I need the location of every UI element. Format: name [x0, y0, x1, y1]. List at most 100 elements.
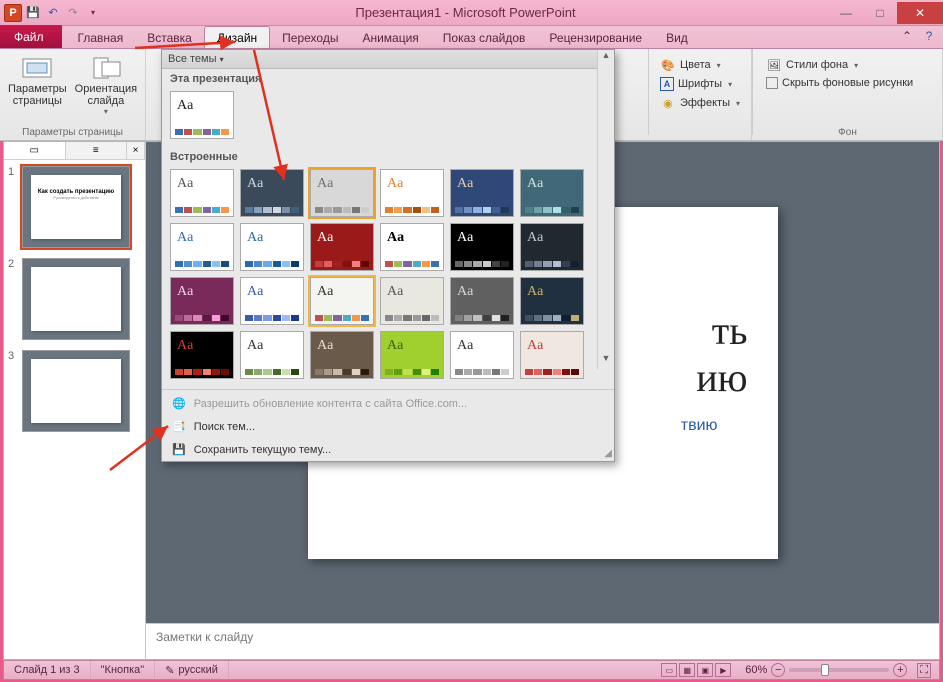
scroll-down-icon[interactable]: ▼	[598, 353, 614, 369]
theme-thumbnail[interactable]: Aa	[310, 169, 374, 217]
redo-icon[interactable]: ↷	[64, 4, 82, 22]
powerpoint-app-icon[interactable]: P	[4, 4, 22, 22]
group-label-page-setup: Параметры страницы	[22, 127, 123, 140]
gallery-resize-grip-icon[interactable]: ◢	[604, 448, 612, 459]
gallery-menu-browse-themes[interactable]: 📑Поиск тем...	[162, 415, 614, 438]
effects-button[interactable]: ◉Эффекты▾	[657, 93, 743, 113]
theme-thumbnail[interactable]: Aa	[450, 223, 514, 271]
theme-thumbnail[interactable]: Aa	[240, 331, 304, 379]
thumb-paper	[31, 359, 121, 423]
fonts-icon: A	[660, 77, 674, 91]
theme-thumbnail[interactable]: Aa	[240, 277, 304, 325]
slides-panel: ▭ ≡ × 1Как создать презентациюРуководств…	[4, 142, 146, 659]
background-styles-button[interactable]: 🖼Стили фона▾	[763, 55, 861, 75]
theme-thumbnail[interactable]: Aa	[520, 223, 584, 271]
notes-pane[interactable]: Заметки к слайду	[146, 623, 939, 659]
theme-thumbnail[interactable]: Aa	[520, 331, 584, 379]
theme-aa-label: Aa	[317, 284, 333, 300]
view-slideshow-button[interactable]: ▶	[715, 663, 731, 677]
zoom-slider-thumb[interactable]	[821, 664, 829, 676]
slide-subtitle-text[interactable]: твию	[681, 417, 718, 435]
theme-color-swatches	[245, 261, 299, 267]
qat-more-icon[interactable]: ▾	[84, 4, 102, 22]
ribbon-minimize-icon[interactable]: ⌃	[899, 29, 915, 43]
file-tab[interactable]: Файл	[0, 25, 62, 48]
zoom-out-button[interactable]: −	[771, 663, 785, 677]
theme-thumbnail[interactable]: Aa	[310, 331, 374, 379]
theme-thumbnail[interactable]: Aa	[450, 277, 514, 325]
zoom-percent[interactable]: 60%	[745, 664, 767, 676]
theme-aa-label: Aa	[317, 338, 333, 354]
maximize-button[interactable]: □	[863, 2, 897, 24]
status-language[interactable]: ✎русский	[155, 661, 229, 679]
theme-thumbnail[interactable]: Aa	[380, 223, 444, 271]
theme-thumbnail[interactable]: Aa	[380, 331, 444, 379]
theme-thumbnail[interactable]: Aa	[310, 277, 374, 325]
save-icon[interactable]: 💾	[24, 4, 42, 22]
zoom-control: 60% − + ⛶	[737, 663, 939, 678]
tab-animations[interactable]: Анимация	[350, 26, 430, 48]
theme-aa-label: Aa	[247, 284, 263, 300]
page-setup-button[interactable]: Параметры страницы	[6, 51, 69, 118]
thumb-number: 3	[8, 350, 18, 432]
status-slide-number: Слайд 1 из 3	[4, 661, 91, 679]
panel-tab-outline[interactable]: ≡	[66, 142, 128, 159]
theme-thumbnail[interactable]: Aa	[380, 169, 444, 217]
view-reading-button[interactable]: ▣	[697, 663, 713, 677]
theme-thumbnail[interactable]: Aa	[450, 169, 514, 217]
tab-view[interactable]: Вид	[654, 26, 700, 48]
theme-thumbnail[interactable]: Aa	[450, 331, 514, 379]
view-normal-button[interactable]: ▭	[661, 663, 677, 677]
theme-color-swatches	[455, 369, 509, 375]
thumb-wrap: 1Как создать презентациюРуководство к де…	[8, 166, 141, 248]
zoom-slider[interactable]	[789, 668, 889, 672]
group-background: 🖼Стили фона▾ Скрыть фоновые рисунки Фон	[753, 49, 943, 140]
tab-slideshow[interactable]: Показ слайдов	[431, 26, 538, 48]
hide-background-checkbox[interactable]: Скрыть фоновые рисунки	[763, 75, 916, 91]
tab-home[interactable]: Главная	[66, 26, 136, 48]
theme-color-swatches	[385, 369, 439, 375]
thumb-number: 1	[8, 166, 18, 248]
theme-aa-label: Aa	[527, 284, 543, 300]
gallery-scrollbar[interactable]: ▲ ▼	[597, 50, 614, 369]
dropdown-arrow-icon: ▾	[104, 107, 108, 116]
slide-thumbnail[interactable]	[22, 258, 130, 340]
tab-review[interactable]: Рецензирование	[537, 26, 654, 48]
thumb-number: 2	[8, 258, 18, 340]
slide-thumbnail[interactable]: Как создать презентациюРуководство к дей…	[22, 166, 130, 248]
theme-color-swatches	[455, 207, 509, 213]
close-button[interactable]: ✕	[897, 2, 943, 24]
theme-thumbnail[interactable]: Aa	[520, 169, 584, 217]
theme-thumbnail[interactable]: Aa	[170, 331, 234, 379]
slide-title-text[interactable]: ть ию	[696, 307, 747, 401]
colors-button[interactable]: 🎨Цвета▾	[657, 55, 724, 75]
orientation-button[interactable]: Ориентация слайда ▾	[73, 51, 139, 118]
page-setup-icon	[21, 53, 53, 83]
fonts-label: Шрифты	[678, 78, 722, 90]
theme-aa-label: Aa	[387, 284, 403, 300]
theme-thumbnail[interactable]: Aa	[170, 277, 234, 325]
scroll-up-icon[interactable]: ▲	[598, 50, 614, 66]
minimize-button[interactable]: —	[829, 2, 863, 24]
theme-thumbnail[interactable]: Aa	[520, 277, 584, 325]
theme-aa-label: Aa	[317, 176, 333, 192]
bg-styles-label: Стили фона	[786, 59, 848, 71]
theme-aa-label: Aa	[247, 230, 263, 246]
background-styles-icon: 🖼	[766, 57, 782, 73]
theme-thumbnail[interactable]: Aa	[380, 277, 444, 325]
theme-thumbnail[interactable]: Aa	[310, 223, 374, 271]
theme-color-swatches	[245, 315, 299, 321]
undo-icon[interactable]: ↶	[44, 4, 62, 22]
zoom-in-button[interactable]: +	[893, 663, 907, 677]
theme-color-swatches	[385, 207, 439, 213]
theme-thumbnail[interactable]: Aa	[170, 223, 234, 271]
fonts-button[interactable]: AШрифты▾	[657, 75, 735, 93]
panel-tabs: ▭ ≡ ×	[4, 142, 145, 160]
colors-label: Цвета	[680, 59, 711, 71]
gallery-menu-save-theme[interactable]: 💾Сохранить текущую тему...	[162, 438, 614, 461]
fit-to-window-button[interactable]: ⛶	[917, 663, 931, 678]
theme-thumbnail[interactable]: Aa	[240, 223, 304, 271]
panel-tab-slides[interactable]: ▭	[4, 142, 66, 159]
help-icon[interactable]: ?	[921, 29, 937, 43]
view-sorter-button[interactable]: ▦	[679, 663, 695, 677]
